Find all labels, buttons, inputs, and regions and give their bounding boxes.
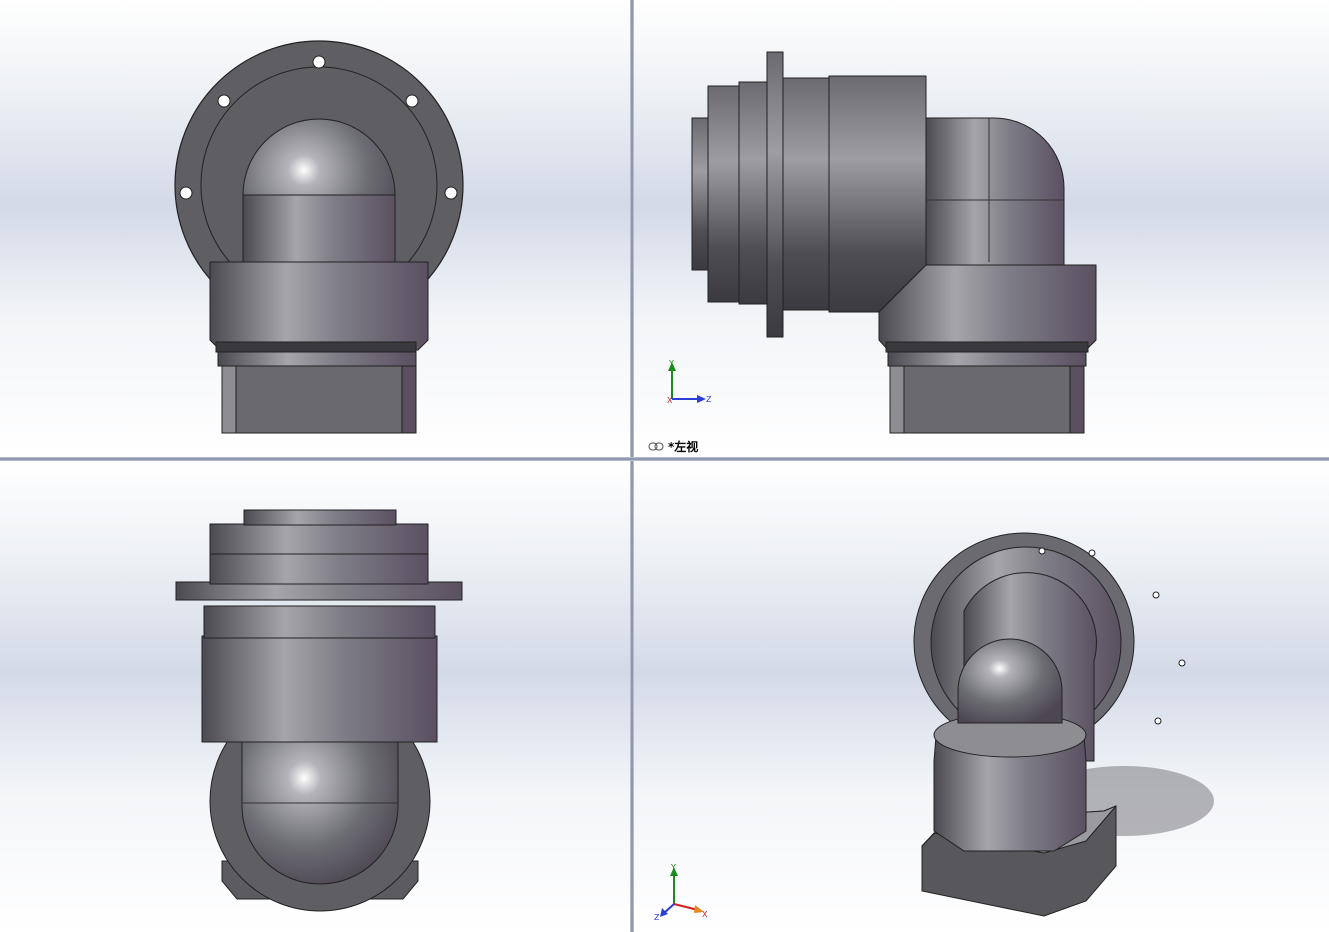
bolt-hole <box>1088 549 1096 557</box>
main-body <box>828 75 927 313</box>
base-edge <box>221 365 237 434</box>
bolt-hole <box>179 186 193 200</box>
collar <box>887 351 1087 367</box>
view-name-text: *左视 <box>668 440 699 454</box>
bolt-hole <box>444 186 458 200</box>
x-axis <box>673 903 699 911</box>
bolt-hole <box>217 94 231 108</box>
base-edge <box>1069 365 1085 434</box>
base-edge <box>401 365 417 434</box>
nut-ring <box>209 261 429 351</box>
y-axis-label: Y <box>668 359 674 368</box>
bolt-hole <box>312 55 326 69</box>
body-ring <box>782 77 830 311</box>
bolt-hole <box>1154 717 1162 725</box>
connector-step <box>738 81 772 305</box>
viewport-left[interactable]: Y Z X *左视 <box>634 0 1329 457</box>
bolt-hole <box>1178 659 1186 667</box>
main-body <box>201 635 438 743</box>
elbow-body <box>242 194 396 266</box>
connector-step <box>209 552 429 585</box>
square-base <box>889 365 1085 434</box>
viewport-isometric[interactable]: Y X Z <box>634 461 1329 932</box>
top-view-model[interactable] <box>0 461 630 932</box>
bolt-hole <box>405 94 419 108</box>
link-icon <box>648 442 664 451</box>
front-view-model[interactable] <box>0 0 630 457</box>
bolt-hole <box>1152 591 1160 599</box>
z-axis-label: Z <box>654 913 660 922</box>
viewport-front[interactable] <box>0 0 630 457</box>
body-ring <box>203 605 436 639</box>
z-axis-arrow <box>697 395 706 403</box>
x-axis-label: X <box>702 910 708 919</box>
viewport-splitter-vertical[interactable] <box>630 0 634 932</box>
isometric-view-model[interactable]: Y X Z <box>634 461 1329 932</box>
connector-sleeve <box>209 523 429 555</box>
base-edge <box>889 365 905 434</box>
view-name-label: *左视 <box>648 438 698 455</box>
elbow-side <box>925 117 1065 266</box>
bolt-hole <box>1038 547 1046 555</box>
connector-tip <box>243 509 397 526</box>
coordinate-triad: Y X Z <box>654 863 708 922</box>
viewport-top[interactable] <box>0 461 630 932</box>
flange-top <box>175 581 463 601</box>
collar <box>217 351 417 367</box>
left-view-model[interactable]: Y Z X <box>634 0 1329 457</box>
x-axis-label: X <box>667 396 673 405</box>
z-axis-label: Z <box>706 395 712 404</box>
square-base <box>221 365 417 434</box>
coordinate-triad: Y Z X <box>667 359 712 405</box>
ring-groove <box>215 341 417 353</box>
y-axis-label: Y <box>670 863 676 872</box>
viewport-splitter-horizontal[interactable] <box>0 457 1329 461</box>
flange-side <box>766 51 784 338</box>
ring-groove <box>885 341 1089 353</box>
